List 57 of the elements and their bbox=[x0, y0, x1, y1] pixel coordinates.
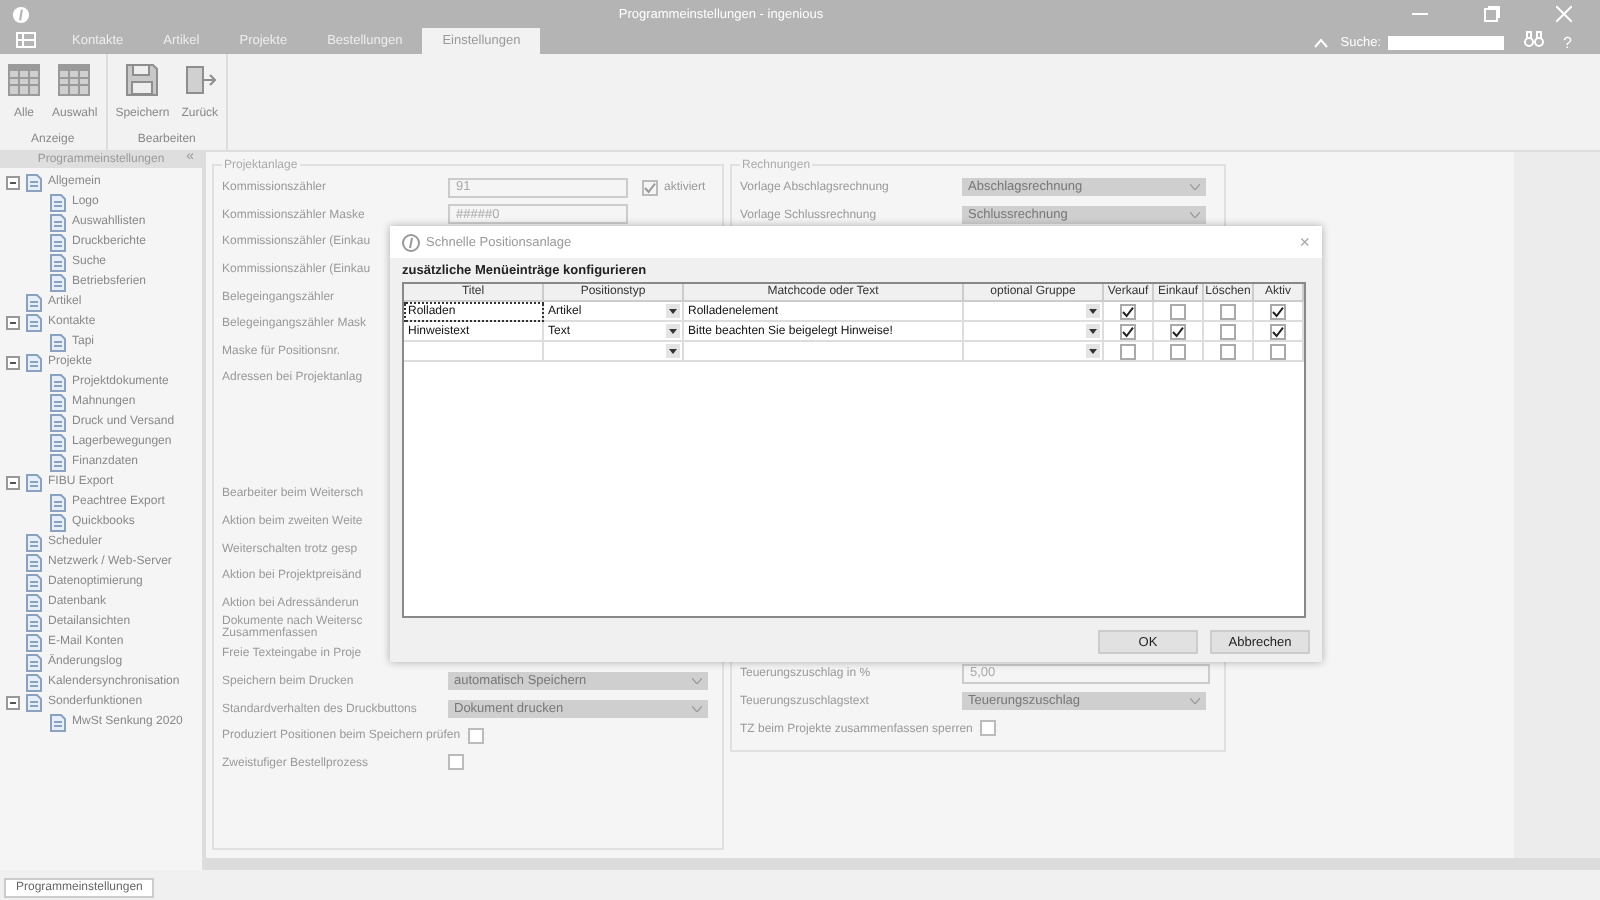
caret-icon bbox=[1190, 184, 1200, 191]
tree-toggle[interactable] bbox=[6, 355, 20, 369]
tree-toggle[interactable] bbox=[6, 695, 20, 709]
table-cell[interactable] bbox=[684, 342, 964, 362]
checkbox[interactable] bbox=[1170, 323, 1186, 339]
caret-icon bbox=[666, 324, 680, 338]
type-dropdown[interactable] bbox=[544, 342, 684, 362]
checkbox[interactable] bbox=[1270, 343, 1286, 359]
checkbox[interactable] bbox=[1270, 303, 1286, 319]
checkbox[interactable] bbox=[642, 179, 658, 196]
checkbox[interactable] bbox=[1170, 343, 1186, 359]
tree-toggle[interactable] bbox=[6, 175, 20, 189]
info-icon bbox=[402, 233, 420, 251]
restore-icon[interactable] bbox=[1483, 6, 1500, 22]
group-dropdown[interactable] bbox=[964, 302, 1104, 322]
checkbox[interactable] bbox=[1220, 343, 1236, 359]
search-field[interactable] bbox=[1387, 36, 1504, 50]
checkbox[interactable] bbox=[1270, 323, 1286, 339]
caret-icon bbox=[666, 304, 680, 318]
checkbox[interactable] bbox=[1120, 343, 1136, 359]
caret-icon bbox=[1086, 304, 1100, 318]
checkbox[interactable] bbox=[448, 754, 464, 771]
caret-icon bbox=[1086, 344, 1100, 358]
tree-toggle[interactable] bbox=[6, 475, 20, 489]
page-icon bbox=[26, 353, 42, 371]
app-menu-icon[interactable] bbox=[16, 32, 36, 48]
page-icon bbox=[26, 473, 42, 491]
close-button[interactable]: × bbox=[1299, 232, 1310, 252]
save-icon bbox=[126, 64, 159, 96]
table-icon bbox=[8, 64, 40, 96]
caret-icon bbox=[1086, 324, 1100, 338]
logo-icon bbox=[12, 5, 30, 23]
checkbox[interactable] bbox=[980, 720, 997, 737]
caret-icon bbox=[1190, 211, 1200, 218]
help-button[interactable]: ? bbox=[1563, 34, 1572, 52]
checkbox[interactable] bbox=[1220, 303, 1236, 319]
collapse-ribbon-icon[interactable] bbox=[1314, 38, 1329, 48]
tree-toggle[interactable] bbox=[6, 315, 20, 329]
group-dropdown[interactable] bbox=[964, 342, 1104, 362]
table-icon bbox=[58, 64, 91, 96]
exit-icon bbox=[183, 64, 216, 96]
page-icon bbox=[50, 713, 66, 731]
checkbox[interactable] bbox=[468, 727, 485, 744]
checkbox[interactable] bbox=[1120, 323, 1136, 339]
caret-icon bbox=[666, 344, 680, 358]
page-icon bbox=[50, 333, 66, 351]
checkbox[interactable] bbox=[1220, 323, 1236, 339]
binoculars-icon[interactable] bbox=[1523, 30, 1544, 48]
caret-icon bbox=[1190, 698, 1200, 705]
page-icon bbox=[26, 173, 42, 191]
close-icon[interactable] bbox=[1555, 6, 1572, 22]
table-cell[interactable] bbox=[404, 342, 544, 362]
caret-icon bbox=[692, 705, 702, 712]
checkbox[interactable] bbox=[1170, 303, 1186, 319]
group-dropdown[interactable] bbox=[964, 322, 1104, 342]
checkbox[interactable] bbox=[1120, 303, 1136, 319]
caret-icon bbox=[692, 678, 702, 685]
